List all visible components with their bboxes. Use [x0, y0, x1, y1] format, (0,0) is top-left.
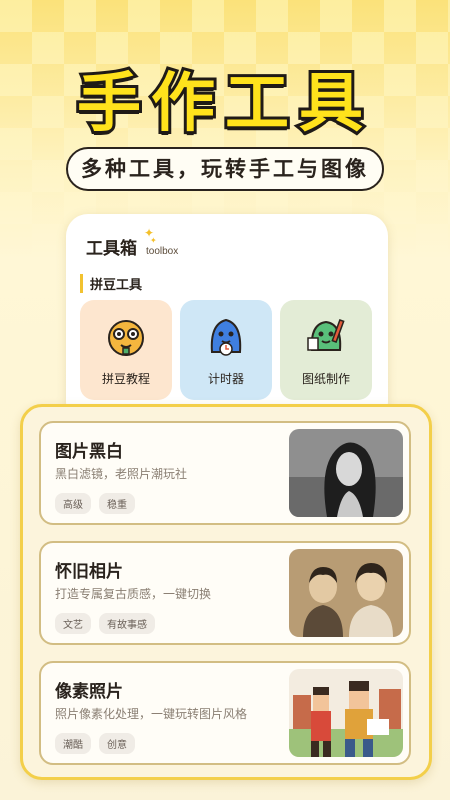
tag: 创意 [99, 733, 135, 754]
tag-list: 潮酷 创意 [55, 733, 135, 754]
card-title: 图片黑白 [55, 442, 123, 462]
tag: 有故事感 [99, 613, 155, 634]
card-description: 黑白滤镜，老照片潮玩社 [55, 467, 188, 481]
toolbox-subtitle: toolbox [146, 246, 179, 257]
hero-title: 手作工具 [74, 64, 373, 144]
bw-portrait-thumbnail [289, 429, 403, 517]
star-icon: ✦ [150, 236, 157, 245]
tag-list: 文艺 有故事感 [55, 613, 155, 634]
tag: 稳重 [99, 493, 135, 514]
tag: 文艺 [55, 613, 91, 634]
tag: 高级 [55, 493, 91, 514]
pixel-art-thumbnail [289, 669, 403, 757]
toolbox-header: 工具箱 [86, 234, 137, 259]
card-title: 怀旧相片 [55, 562, 123, 582]
card-description: 打造专属复古质感，一键切换 [55, 587, 212, 601]
toolbox-title: 工具箱 [86, 239, 137, 259]
tag: 潮酷 [55, 733, 91, 754]
hero-subtitle: 多种工具，玩转手工与图像 [66, 147, 384, 191]
tag-list: 高级 稳重 [55, 493, 135, 514]
filter-card-vintage[interactable]: 怀旧相片 打造专属复古质感，一键切换 文艺 有故事感 [39, 541, 411, 645]
timer-mascot-icon [210, 318, 242, 356]
tool-label: 计时器 [207, 372, 244, 386]
card-description: 照片像素化处理，一键玩转图片风格 [55, 707, 248, 721]
pattern-maker-mascot-icon [307, 319, 345, 351]
toolbox-panel: 工具箱 ✦ ✦ toolbox 拼豆工具 拼豆教程 计时器 图纸制作 [66, 214, 388, 424]
vintage-photo-thumbnail [289, 549, 403, 637]
filter-card-bw[interactable]: 图片黑白 黑白滤镜，老照片潮玩社 高级 稳重 [39, 421, 411, 525]
tool-timer[interactable]: 计时器 [180, 300, 272, 400]
bean-tutorial-mascot-icon [108, 320, 144, 356]
card-title: 像素照片 [55, 682, 123, 702]
tool-label: 拼豆教程 [101, 372, 150, 386]
tool-bean-tutorial[interactable]: 拼豆教程 [80, 300, 172, 400]
section-label: 拼豆工具 [80, 274, 142, 293]
filter-list: 图片黑白 黑白滤镜，老照片潮玩社 高级 稳重 怀旧相片 打造专属复古质感，一键切… [20, 404, 432, 780]
filter-card-pixel[interactable]: 像素照片 照片像素化处理，一键玩转图片风格 潮酷 创意 [39, 661, 411, 765]
tool-label: 图纸制作 [301, 372, 350, 386]
tool-pattern-maker[interactable]: 图纸制作 [280, 300, 372, 400]
